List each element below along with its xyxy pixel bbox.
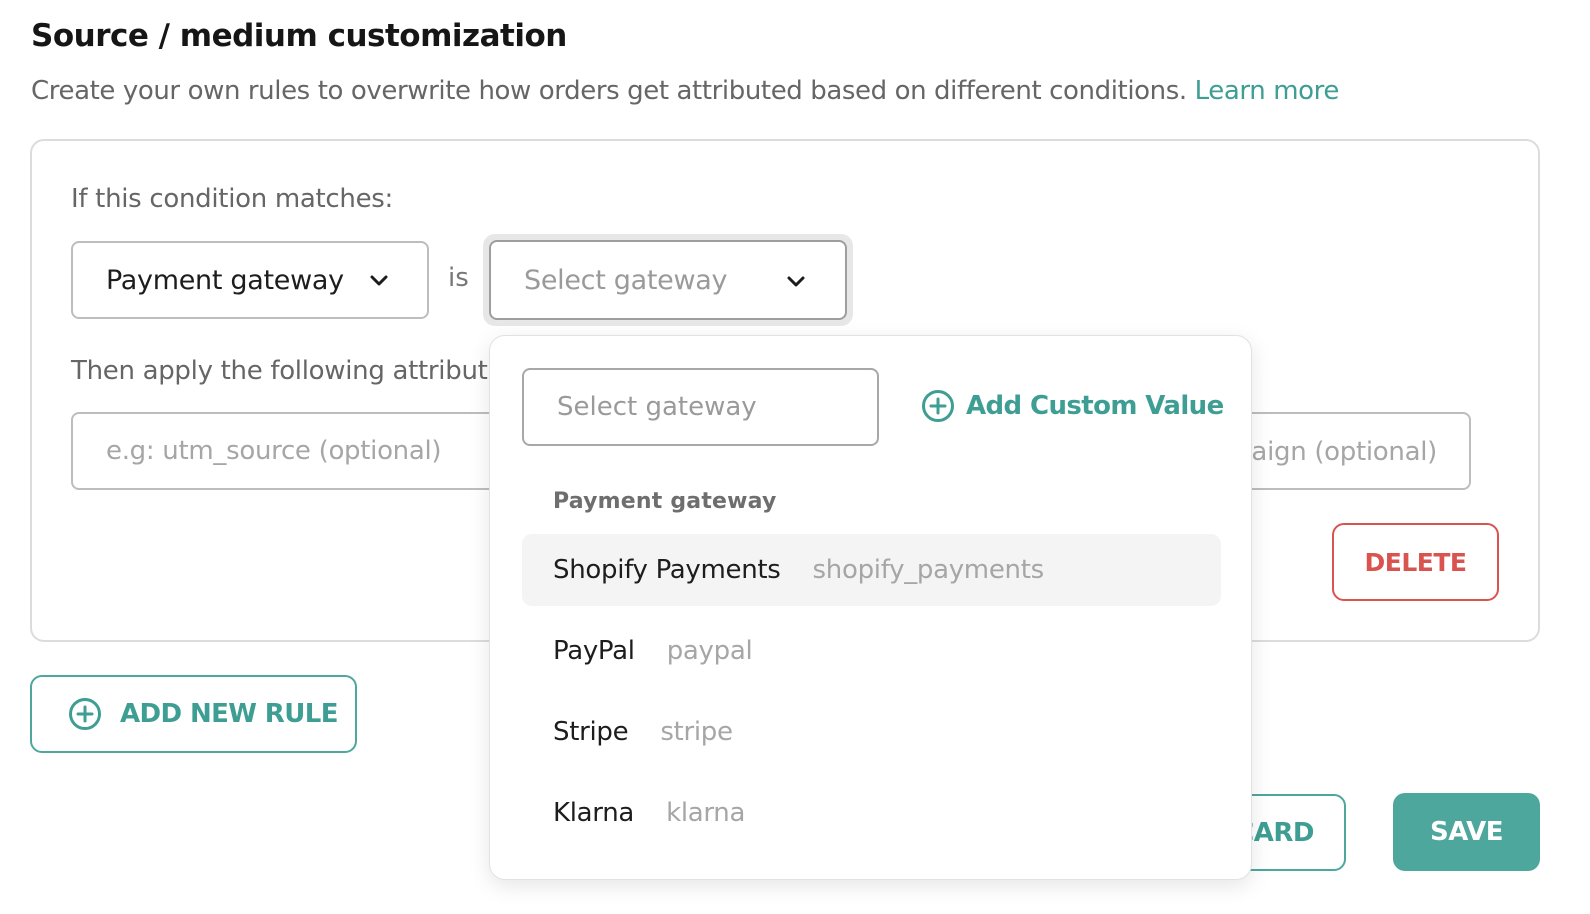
option-stripe[interactable]: Stripe stripe [522, 696, 1221, 768]
chevron-down-icon [370, 275, 388, 286]
option-klarna[interactable]: Klarna klarna [522, 777, 1221, 849]
option-code: shopify_payments [812, 555, 1045, 585]
learn-more-link[interactable]: Learn more [1195, 76, 1340, 106]
condition-label: If this condition matches: [71, 184, 393, 214]
gateway-dropdown-menu: Add Custom Value Payment gateway Shopify… [489, 335, 1252, 880]
page-subtitle: Create your own rules to overwrite how o… [31, 76, 1339, 106]
option-code: klarna [666, 798, 746, 828]
option-shopify-payments[interactable]: Shopify Payments shopify_payments [522, 534, 1221, 606]
chevron-down-icon [787, 276, 805, 287]
save-button[interactable]: SAVE [1393, 793, 1540, 871]
page-title: Source / medium customization [31, 18, 567, 54]
condition-type-select[interactable]: Payment gateway [71, 241, 429, 319]
add-custom-value-label: Add Custom Value [966, 391, 1224, 421]
option-name: PayPal [553, 636, 635, 666]
add-new-rule-button[interactable]: ADD NEW RULE [30, 675, 357, 753]
gateway-select-placeholder: Select gateway [524, 264, 728, 296]
option-paypal[interactable]: PayPal paypal [522, 615, 1221, 687]
option-name: Stripe [553, 717, 629, 747]
delete-button[interactable]: DELETE [1332, 523, 1499, 601]
utm-source-input[interactable] [71, 412, 511, 490]
gateway-select[interactable]: Select gateway [489, 240, 847, 320]
option-name: Shopify Payments [553, 555, 781, 585]
condition-type-value: Payment gateway [106, 264, 344, 296]
option-name: Klarna [553, 798, 635, 828]
gateway-search-input[interactable] [522, 368, 879, 446]
plus-circle-icon [69, 698, 101, 730]
add-custom-value-button[interactable]: Add Custom Value [921, 389, 1224, 423]
plus-circle-icon [922, 390, 954, 422]
option-code: stripe [660, 717, 733, 747]
option-group-label: Payment gateway [553, 489, 777, 514]
add-new-rule-label: ADD NEW RULE [120, 699, 338, 729]
subtitle-text: Create your own rules to overwrite how o… [31, 76, 1187, 106]
apply-label: Then apply the following attribution: [71, 356, 535, 386]
option-code: paypal [666, 636, 753, 666]
operator-text: is [448, 263, 469, 293]
